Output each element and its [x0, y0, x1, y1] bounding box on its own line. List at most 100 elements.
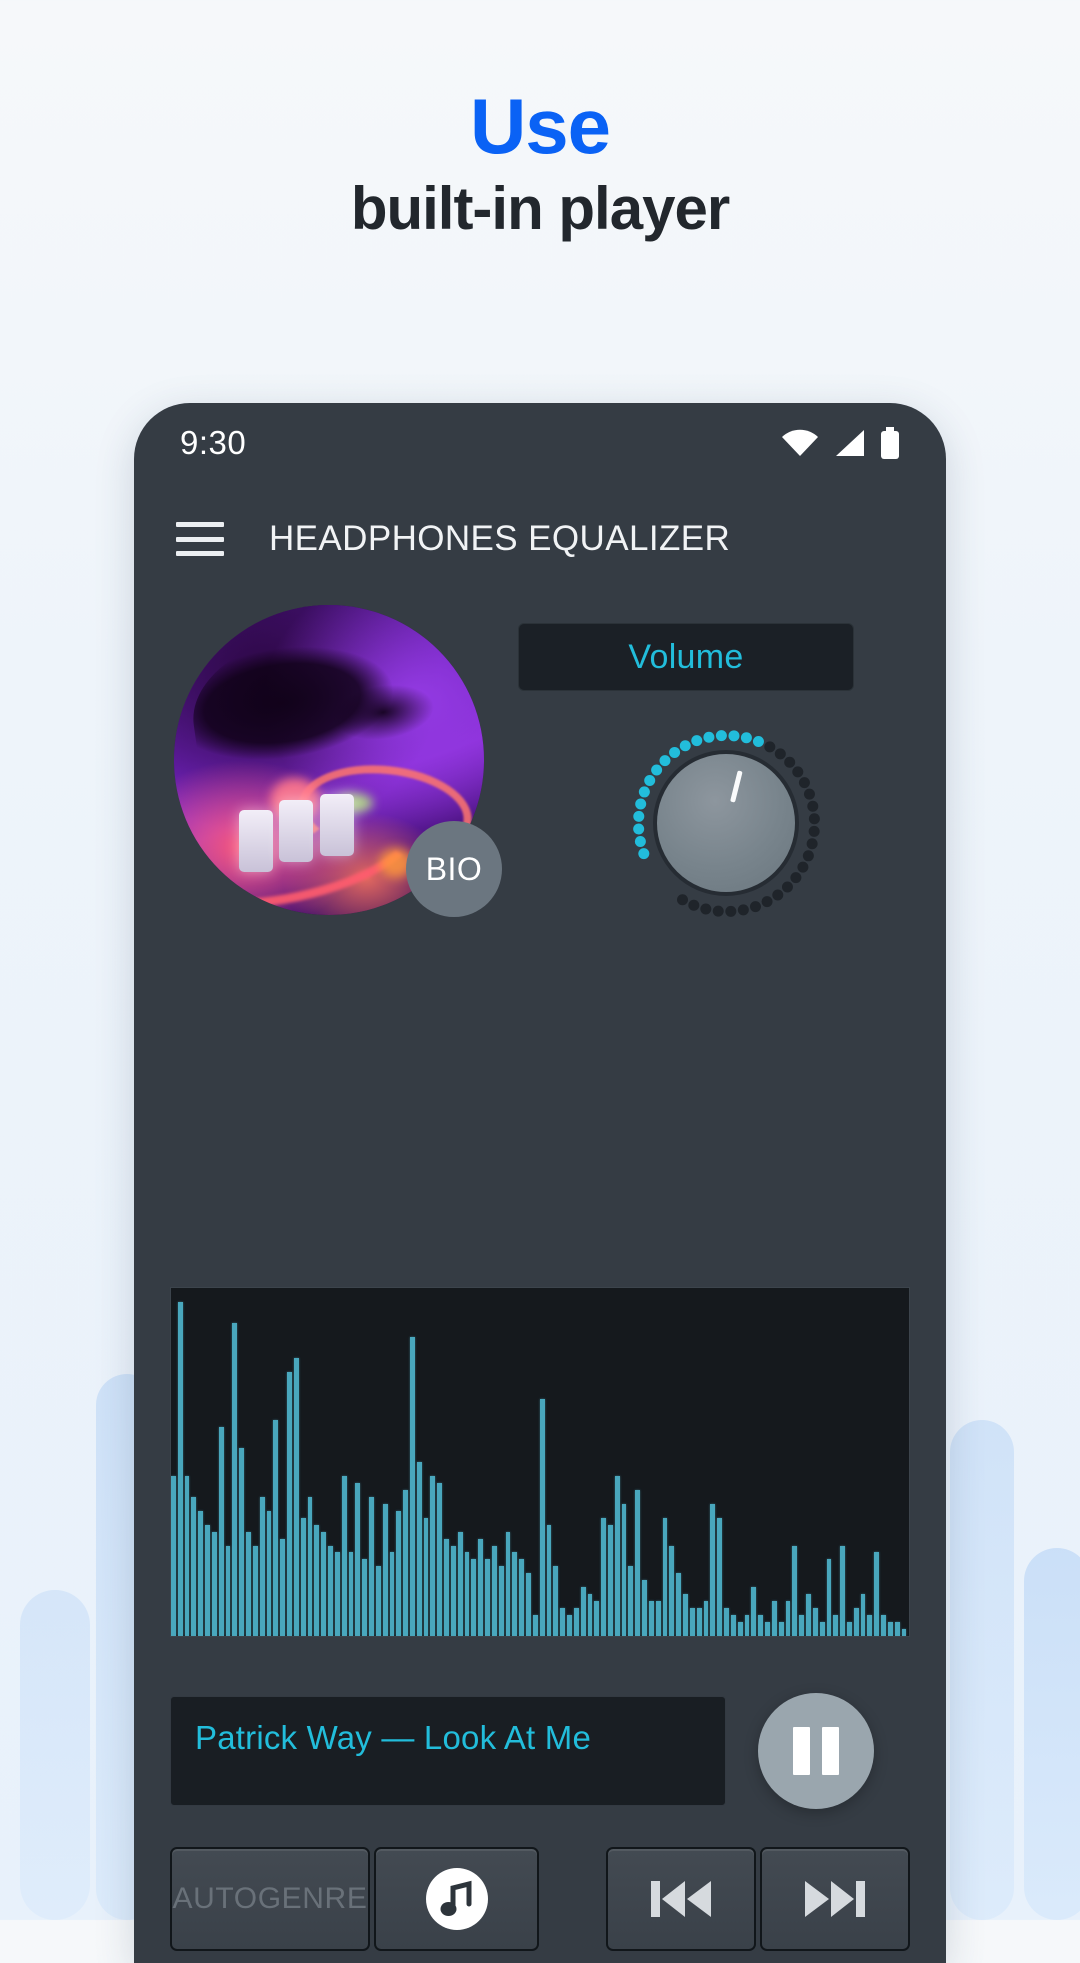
spectrum-bar [662, 1517, 668, 1636]
volume-knob-dot [752, 735, 764, 747]
spectrum-bar [696, 1608, 702, 1636]
volume-knob[interactable] [626, 723, 826, 923]
hamburger-menu-icon[interactable] [176, 522, 224, 556]
track-title: Patrick Way — Look At Me [195, 1719, 592, 1756]
spectrum-bar [894, 1622, 900, 1636]
skip-previous-icon [651, 1881, 711, 1917]
spectrum-bar [355, 1482, 361, 1636]
spectrum-bar [259, 1496, 265, 1636]
phone-mockup: 9:30 HEADPHONES EQUALIZER BIO Volume Pat… [134, 403, 946, 1963]
volume-label: Volume [628, 637, 744, 676]
spectrum-bar [874, 1552, 880, 1636]
spectrum-bar [628, 1566, 634, 1636]
volume-knob-dot [806, 800, 818, 812]
spectrum-bar [614, 1475, 620, 1636]
volume-knob-dot [803, 788, 815, 800]
spectrum-bar [751, 1587, 757, 1636]
previous-track-button[interactable] [606, 1847, 756, 1951]
spectrum-bar [539, 1399, 545, 1636]
music-note-icon [425, 1868, 488, 1930]
spectrum-bar [532, 1615, 538, 1636]
spectrum-bar [881, 1615, 886, 1636]
spectrum-bar [771, 1601, 777, 1636]
pause-icon-bar [822, 1727, 839, 1775]
spectrum-bar [669, 1545, 675, 1636]
album-art-fader [319, 794, 354, 857]
volume-knob-dot [658, 754, 670, 766]
volume-knob-dot [650, 764, 662, 776]
volume-knob-body[interactable] [653, 750, 799, 896]
volume-knob-dot [702, 731, 714, 743]
autogenre-label: AUTOGENRE [172, 1882, 368, 1915]
spectrum-bar [273, 1420, 279, 1636]
spectrum-bar [471, 1559, 477, 1636]
spectrum-bar [321, 1531, 327, 1636]
volume-knob-dot [632, 810, 644, 822]
spectrum-bar [505, 1531, 511, 1636]
volume-knob-dot [632, 823, 644, 835]
autogenre-button[interactable]: AUTOGENRE [170, 1847, 370, 1951]
bio-badge-label: BIO [425, 850, 483, 887]
spectrum-bar [246, 1531, 251, 1636]
volume-knob-dot [783, 756, 795, 768]
track-title-field[interactable]: Patrick Way — Look At Me [170, 1696, 726, 1806]
pause-button[interactable] [758, 1693, 874, 1809]
spectrum-bar [860, 1594, 866, 1636]
spectrum-bar [369, 1496, 374, 1636]
volume-knob-dot [808, 812, 820, 824]
spectrum-bar [334, 1552, 340, 1636]
spectrum-bar [635, 1489, 641, 1636]
cellular-signal-icon [836, 430, 864, 456]
volume-knob-dot [791, 765, 803, 777]
spectrum-bar [580, 1587, 586, 1636]
spectrum-bar [485, 1559, 490, 1636]
spectrum-bar [307, 1496, 313, 1636]
volume-knob-dot [643, 774, 655, 786]
spectrum-bar [211, 1531, 217, 1636]
spectrum-bar [177, 1301, 183, 1636]
decor-bar [20, 1590, 90, 1920]
track-row: Patrick Way — Look At Me [134, 1691, 946, 1811]
spectrum-bar [594, 1601, 600, 1636]
spectrum-bar [621, 1503, 627, 1636]
spectrum-bar [587, 1594, 593, 1636]
spectrum-bar [512, 1552, 518, 1636]
spectrum-bar [806, 1594, 811, 1636]
spectrum-bar [423, 1517, 429, 1636]
headline: Use built-in player [0, 85, 1080, 245]
spectrum-bar [601, 1517, 606, 1636]
spectrum-bar [464, 1552, 470, 1636]
album-art-wrapper[interactable]: BIO [174, 605, 502, 917]
spectrum-bar [171, 1475, 176, 1636]
spectrum-bar [184, 1475, 190, 1636]
wifi-icon [782, 429, 818, 456]
spectrum-bar [553, 1566, 559, 1636]
top-panel: BIO Volume [134, 595, 946, 955]
volume-knob-dot [637, 847, 649, 859]
volume-knob-dot [749, 900, 761, 912]
spectrum-bar [416, 1462, 422, 1636]
spectrum-bar [901, 1629, 907, 1636]
spectrum-bar [375, 1566, 381, 1636]
next-track-button[interactable] [760, 1847, 910, 1951]
spectrum-bar [710, 1503, 716, 1636]
bio-badge[interactable]: BIO [406, 821, 502, 917]
spectrum-bar [362, 1559, 368, 1636]
spectrum-bar [382, 1503, 388, 1636]
spectrum-bar [785, 1601, 791, 1636]
skip-next-icon [805, 1881, 865, 1917]
volume-knob-dot [763, 740, 775, 752]
spectrum-bar [457, 1531, 463, 1636]
spectrum-bar [280, 1538, 286, 1636]
app-title: HEADPHONES EQUALIZER [269, 519, 731, 558]
spectrum-bar [840, 1545, 845, 1636]
spectrum-bar [478, 1538, 484, 1636]
volume-knob-dot [802, 849, 814, 861]
spectrum-bar [191, 1496, 197, 1636]
spectrum-analyzer-canvas [170, 1287, 910, 1637]
music-library-button[interactable] [374, 1847, 539, 1951]
volume-knob-dot [781, 880, 793, 892]
status-time: 9:30 [180, 424, 247, 461]
volume-knob-dot [676, 893, 688, 905]
spectrum-bar [348, 1552, 354, 1636]
